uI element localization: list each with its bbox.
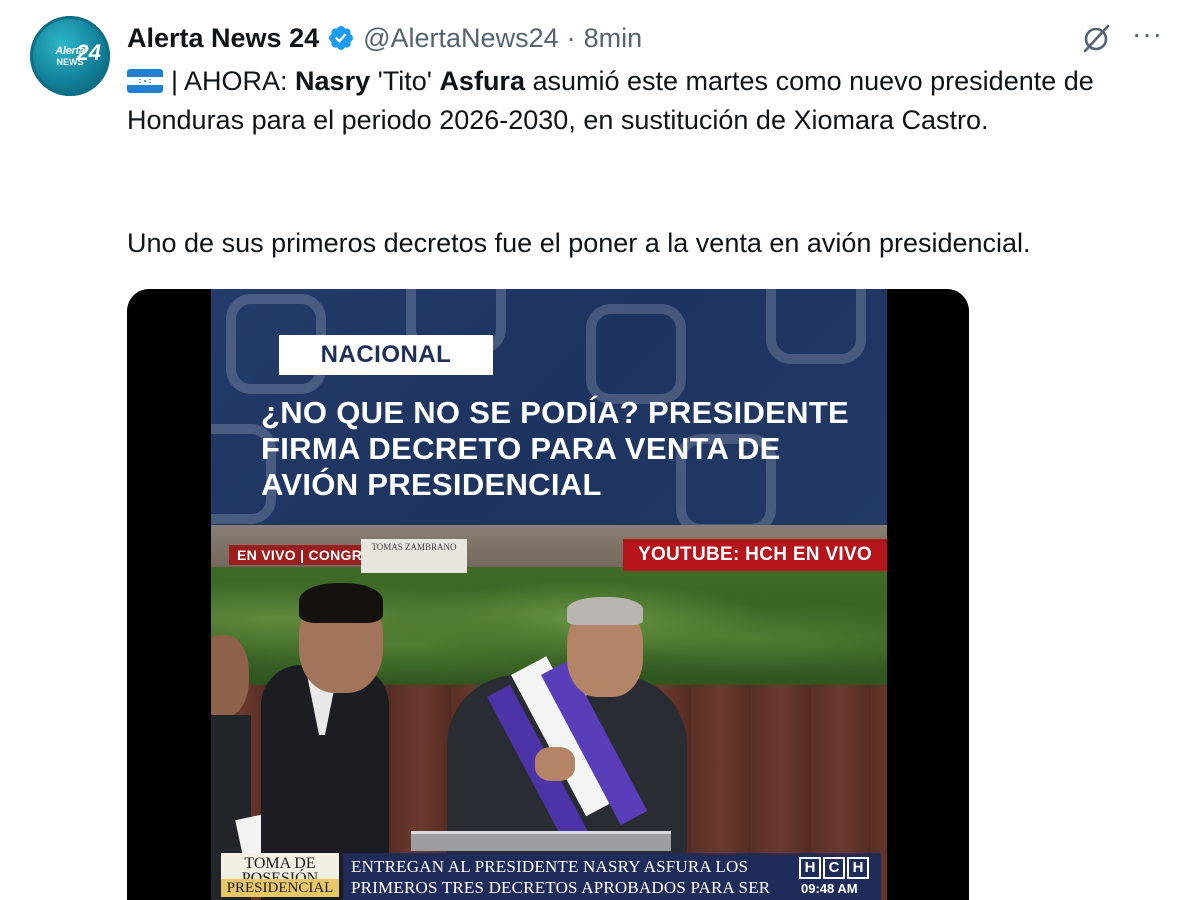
author-handle[interactable]: @AlertaNews24 — [363, 23, 559, 54]
hch-logo: H C H 09:48 AM — [791, 853, 881, 900]
tweet-lead: | AHORA: — [171, 66, 296, 96]
news-banner: NACIONAL ¿NO QUE NO SE PODÍA? PRESIDENTE… — [211, 289, 887, 525]
tweet-name-first: Nasry — [295, 66, 371, 96]
timestamp[interactable]: 8min — [584, 23, 643, 54]
youtube-label: YOUTUBE: HCH EN VIVO — [623, 539, 887, 571]
president-hair — [567, 597, 643, 625]
grok-icon[interactable] — [1078, 20, 1114, 56]
tweet-name-last: Asfura — [439, 66, 525, 96]
person-aide-hair — [299, 583, 383, 623]
hch-letters: H C H — [799, 857, 869, 879]
hch-letter-1: H — [799, 857, 821, 879]
category-tag: NACIONAL — [279, 335, 493, 375]
avatar-number: 24 — [76, 40, 101, 65]
lower-third-subtitle: PRESIDENCIAL — [221, 879, 339, 897]
hch-letter-3: H — [847, 857, 869, 879]
hch-letter-2: C — [823, 857, 845, 879]
tweet: Alerta NEWS 24 Alerta News 24 @AlertaNew… — [0, 0, 1200, 900]
honduras-flag-icon — [127, 69, 163, 93]
video-scene: EN VIVO | CONGRESO TOMAS ZAMBRANO YOUTUB… — [211, 525, 887, 900]
video-frame[interactable]: NACIONAL ¿NO QUE NO SE PODÍA? PRESIDENTE… — [211, 289, 887, 900]
broadcast-clock: 09:48 AM — [801, 881, 858, 896]
video-headline: ¿NO QUE NO SE PODÍA? PRESIDENTE FIRMA DE… — [261, 395, 850, 502]
tweet-text: | AHORA: Nasry 'Tito' Asfura asumió este… — [127, 62, 1177, 140]
avatar[interactable]: Alerta NEWS 24 — [30, 16, 110, 96]
president-hand — [535, 747, 575, 781]
nameplate: TOMAS ZAMBRANO — [361, 539, 467, 573]
verified-badge-icon[interactable] — [327, 24, 355, 52]
more-options-button[interactable]: ··· — [1132, 20, 1170, 54]
media-video[interactable]: NACIONAL ¿NO QUE NO SE PODÍA? PRESIDENTE… — [127, 289, 969, 900]
tweet-nickname: 'Tito' — [370, 66, 440, 96]
tweet-header: Alerta News 24 @AlertaNews24 · 8min — [127, 20, 642, 56]
author-name[interactable]: Alerta News 24 — [127, 23, 319, 54]
podium — [411, 831, 671, 851]
header-separator: · — [566, 22, 576, 53]
tweet-second-paragraph: Uno de sus primeros decretos fue el pone… — [127, 228, 1031, 258]
lower-third: TOMA DE POSESIÓN PRESIDENCIAL ENTREGAN A… — [211, 853, 887, 900]
lower-third-caption: ENTREGAN AL PRESIDENTE NASRY ASFURA LOS … — [343, 853, 791, 900]
